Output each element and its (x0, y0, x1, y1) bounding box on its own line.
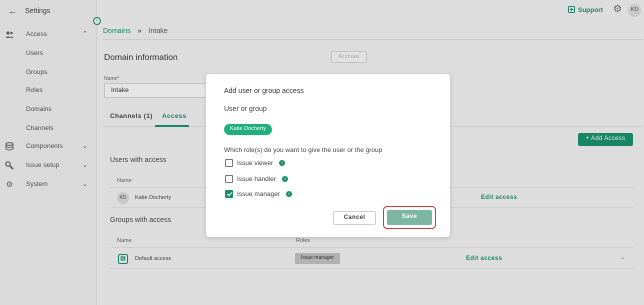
info-icon[interactable]: i (286, 191, 292, 197)
selected-user-chip[interactable]: Katie Docherty (224, 124, 273, 135)
role-option-label: Issue manager (237, 190, 280, 198)
role-option-label: Issue viewer (237, 159, 274, 167)
checkbox[interactable] (225, 159, 233, 167)
role-option-label: Issue handler (237, 175, 277, 183)
role-option-issue-viewer[interactable]: Issue viewer i (225, 159, 286, 167)
save-button[interactable]: Save (387, 210, 432, 225)
roles-question: Which role(s) do you want to give the us… (224, 147, 383, 154)
info-icon[interactable]: i (279, 160, 286, 166)
role-option-issue-handler[interactable]: Issue handler i (225, 175, 289, 183)
cancel-button[interactable]: Cancel (333, 211, 376, 225)
add-access-dialog: Add user or group access User or group K… (206, 74, 450, 237)
checkbox[interactable] (225, 175, 233, 183)
info-icon[interactable]: i (282, 176, 289, 182)
role-option-issue-manager[interactable]: Issue manager i (225, 190, 292, 198)
dialog-title: Add user or group access (224, 88, 304, 95)
checkbox-checked[interactable] (225, 190, 233, 198)
user-or-group-label: User or group (224, 106, 267, 113)
